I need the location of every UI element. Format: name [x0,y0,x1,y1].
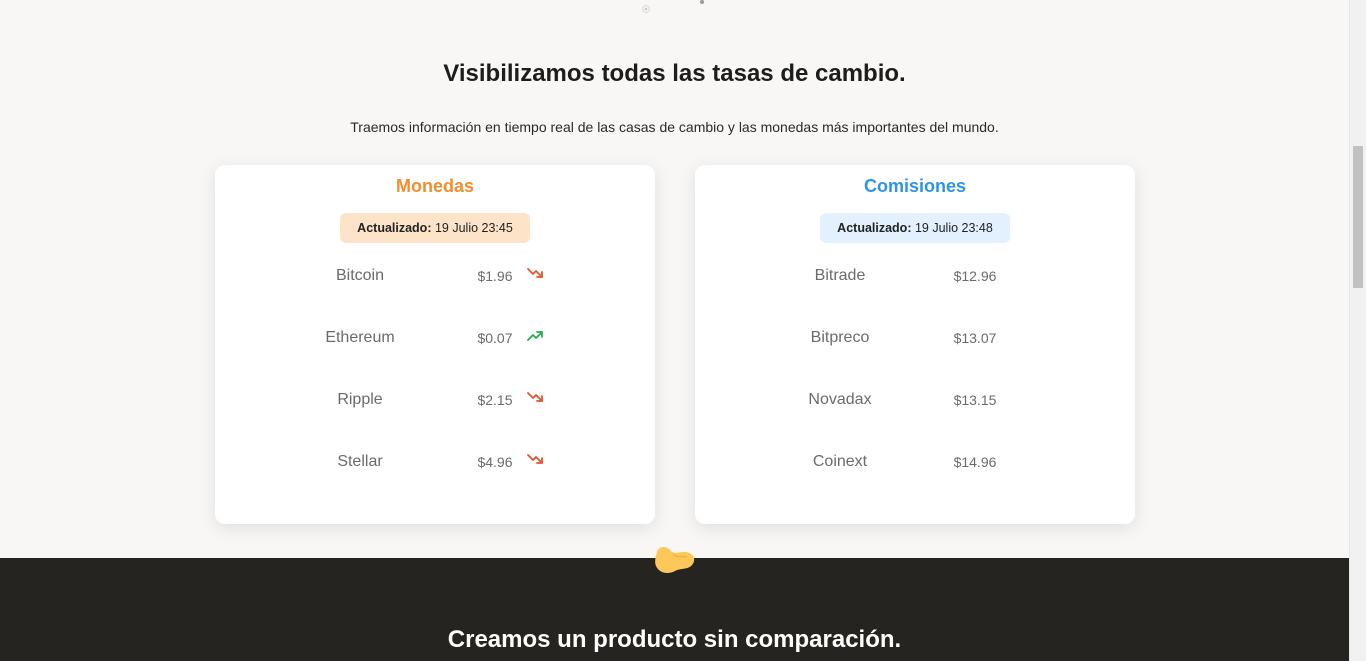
currency-row: Stellar $4.96 [215,450,655,474]
currency-price: $1.96 [477,268,513,284]
monedas-card: Monedas Actualizado: 19 Julio 23:45 Bitc… [215,165,655,524]
exchange-name: Coinext [812,453,868,470]
section-title: Visibilizamos todas las tasas de cambio. [443,60,906,87]
currency-row: Ripple $2.15 [215,388,655,412]
exchange-row: Bitrade $12.96 [695,264,1135,288]
exchange-price: $14.96 [953,454,997,470]
exchange-row: Bitpreco $13.07 [695,326,1135,350]
currency-name: Bitcoin [335,267,385,284]
updated-value: 19 Julio 23:45 [434,221,513,235]
exchange-row: Coinext $14.96 [695,450,1135,474]
blob-decoration-icon [655,547,695,574]
exchange-price: $13.07 [953,330,997,346]
exchange-row: Novadax $13.15 [695,388,1135,412]
currency-price: $2.15 [477,392,513,408]
updated-label: Actualizado: [837,221,912,235]
exchange-name: Novadax [808,391,872,408]
exchange-price: $12.96 [953,268,997,284]
trending-down-icon [527,454,543,464]
card-title-comisiones: Comisiones [863,176,967,196]
product-section: Creamos un producto sin comparación. [0,547,1349,661]
carousel-dot-icon[interactable] [642,5,650,13]
comisiones-card: Comisiones Actualizado: 19 Julio 23:48 B… [695,165,1135,524]
updated-badge: Actualizado: 19 Julio 23:48 [820,213,1010,243]
section-subtitle: Traemos información en tiempo real de la… [350,119,999,135]
currency-price: $0.07 [477,330,513,346]
trending-up-icon [527,331,543,341]
scrollbar-thumb[interactable] [1353,146,1363,288]
scrollbar[interactable] [1349,0,1366,661]
currency-price: $4.96 [477,454,513,470]
currency-name: Stellar [337,453,383,470]
currency-name: Ethereum [325,329,395,346]
exchange-price: $13.15 [953,392,997,408]
carousel-indicator [640,0,710,14]
card-title-monedas: Monedas [395,176,474,196]
product-section-title: Creamos un producto sin comparación. [447,626,902,653]
carousel-dot-icon[interactable] [700,0,704,4]
currency-row: Ethereum $0.07 [215,326,655,350]
exchange-name: Bitrade [814,267,866,284]
trending-down-icon [527,268,543,278]
currency-name: Ripple [337,391,383,408]
updated-label: Actualizado: [357,221,432,235]
page: Visibilizamos todas las tasas de cambio.… [0,0,1349,661]
exchange-name: Bitpreco [810,329,870,346]
currency-row: Bitcoin $1.96 [215,264,655,288]
updated-value: 19 Julio 23:48 [914,221,993,235]
trending-down-icon [527,392,543,402]
updated-badge: Actualizado: 19 Julio 23:45 [340,213,530,243]
